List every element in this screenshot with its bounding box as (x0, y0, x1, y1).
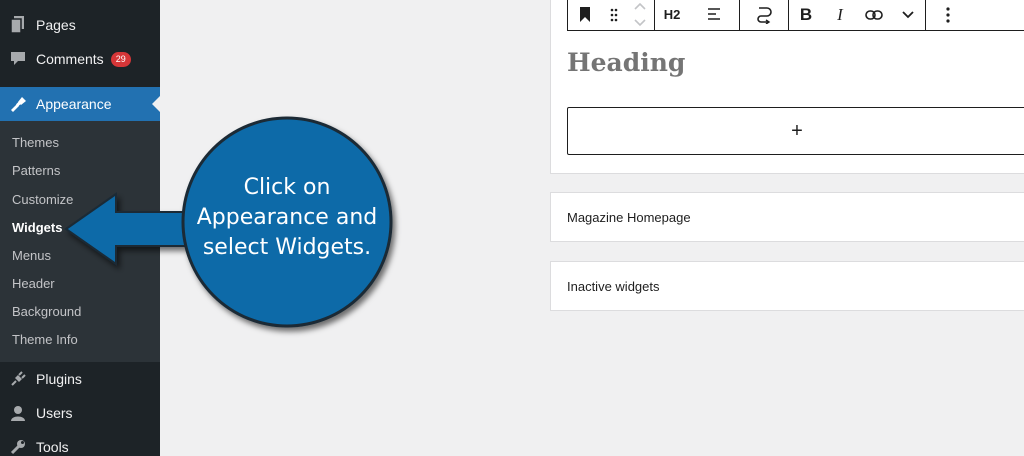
sidebar-item-tools[interactable]: Tools (0, 430, 160, 456)
toolbar-group-format: B I (789, 0, 926, 30)
heading-block[interactable]: Heading (567, 48, 685, 77)
sidebar-item-label: Users (36, 405, 73, 421)
callout-annotation (64, 116, 393, 328)
callout-line: Click on (243, 175, 331, 200)
widget-area-inactive-widgets[interactable]: Inactive widgets (550, 261, 1024, 311)
callout-arrow (64, 192, 201, 266)
bold-icon[interactable]: B (789, 0, 823, 30)
move-arrows-icon[interactable] (626, 0, 654, 30)
callout-line: Appearance and (196, 205, 378, 230)
bookmark-icon[interactable] (568, 0, 602, 30)
callout-text: Click on Appearance and select Widgets. (190, 173, 384, 263)
toolbar-group-options (926, 0, 970, 30)
sidebar-item-users[interactable]: Users (0, 396, 160, 430)
sidebar-item-plugins[interactable]: Plugins (0, 362, 160, 396)
plugins-icon (0, 371, 36, 387)
block-toolbar: H2 B I (567, 0, 1024, 31)
heading-level-button[interactable]: H2 (655, 0, 689, 30)
toolbar-group-transform (740, 0, 789, 30)
users-icon (0, 405, 36, 421)
widget-area-magazine-homepage[interactable]: Magazine Homepage (550, 192, 1024, 242)
sidebar-item-label: Tools (36, 439, 69, 455)
callout-line: select Widgets. (202, 235, 372, 260)
tools-icon (0, 439, 36, 455)
link-icon[interactable] (857, 0, 891, 30)
add-block-button[interactable]: + (567, 107, 1024, 155)
toolbar-group-block (568, 0, 655, 30)
more-options-icon[interactable] (926, 0, 970, 30)
drag-icon[interactable] (602, 0, 626, 30)
sidebar-item-label: Plugins (36, 371, 82, 387)
link-transform-icon[interactable] (740, 0, 788, 30)
align-icon[interactable] (689, 0, 739, 30)
toolbar-group-heading: H2 (655, 0, 740, 30)
italic-icon[interactable]: I (823, 0, 857, 30)
chevron-down-icon[interactable] (891, 0, 925, 30)
